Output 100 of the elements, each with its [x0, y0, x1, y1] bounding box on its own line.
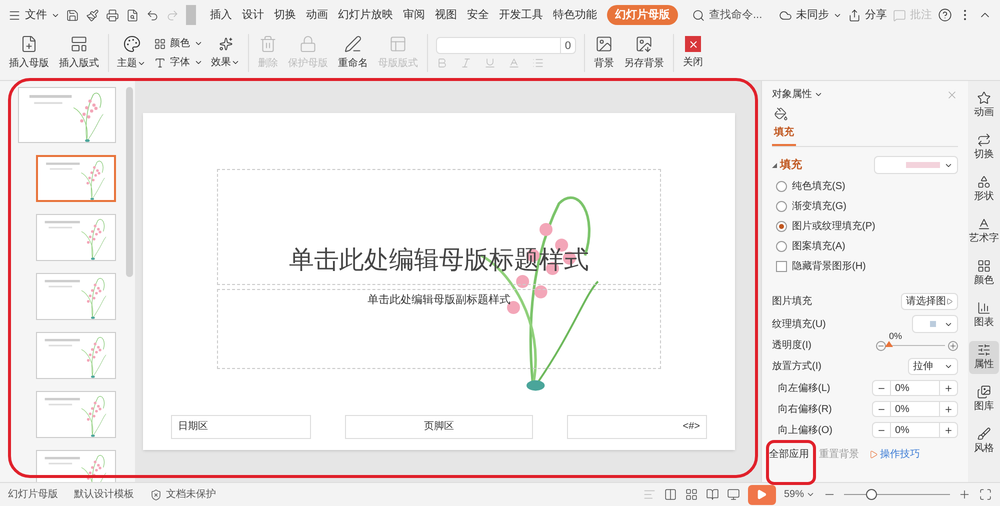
lock-icon	[299, 35, 317, 53]
slide-thumbnail[interactable]	[36, 155, 116, 202]
placement-dropdown[interactable]: 拉伸	[908, 358, 958, 375]
add-file-icon	[20, 35, 38, 53]
fit-window-icon[interactable]	[979, 488, 992, 501]
bold-icon[interactable]	[436, 57, 448, 69]
play-button[interactable]	[748, 484, 776, 504]
font-button[interactable]: 字体	[154, 55, 203, 70]
side-tool-button[interactable]: 图表	[969, 299, 999, 332]
redo-icon[interactable]	[166, 8, 179, 22]
caret-icon	[806, 490, 815, 499]
zoom-slider-thumb[interactable]	[866, 489, 876, 500]
choose-picture-button[interactable]: 请选择图	[901, 293, 958, 310]
ribbon-tab[interactable]: 开发工具	[499, 6, 543, 24]
offset-spinner[interactable]: 0%	[872, 422, 958, 438]
ribbon-tab[interactable]: 切换	[274, 6, 296, 24]
sync-button[interactable]: 未同步	[779, 6, 842, 24]
ribbon-tab[interactable]: 特色功能	[553, 6, 597, 24]
slide-thumbnail[interactable]	[36, 391, 116, 438]
ribbon-button[interactable]: 关闭	[678, 30, 708, 76]
caret-icon	[814, 90, 823, 99]
ribbon-tab[interactable]: 视图	[435, 6, 457, 24]
ribbon-tab[interactable]: 插入	[210, 6, 232, 24]
bar-chart-icon	[977, 301, 991, 315]
underline-icon[interactable]	[484, 57, 496, 69]
font-size-field[interactable]: 0	[436, 37, 576, 54]
pen-icon	[344, 35, 362, 53]
images-icon	[977, 385, 991, 399]
save-icon[interactable]	[66, 8, 79, 22]
ribbon-button[interactable]: 重命名	[333, 30, 373, 76]
sorter-view-icon[interactable]	[684, 488, 698, 501]
presenter-view-icon[interactable]	[726, 488, 740, 501]
radio-label: 渐变填充(G)	[792, 200, 846, 214]
date-field[interactable]: 日期区	[171, 415, 311, 439]
slide-thumbnail[interactable]	[36, 273, 116, 320]
zoom-in-icon[interactable]	[958, 488, 971, 501]
slider-thumb[interactable]	[885, 341, 893, 347]
scrollbar[interactable]	[126, 87, 133, 277]
pane-title[interactable]: 对象属性	[772, 87, 823, 102]
undo-icon[interactable]	[146, 8, 159, 22]
side-tool-button[interactable]: 属性	[969, 341, 999, 374]
command-search-field[interactable]: 查找命令...	[709, 6, 771, 24]
radio-button[interactable]	[776, 221, 787, 232]
grid-icon	[977, 259, 991, 273]
radio-button[interactable]	[776, 241, 787, 252]
font-color-icon[interactable]	[508, 57, 520, 69]
section-header[interactable]: 填充	[772, 156, 802, 174]
annotation-outline	[766, 440, 816, 485]
ribbon-tab[interactable]: 设计	[242, 6, 264, 24]
radio-button[interactable]	[776, 181, 787, 192]
decrease-icon[interactable]	[876, 340, 886, 350]
reading-view-icon[interactable]	[706, 488, 719, 501]
texture-dropdown[interactable]	[912, 315, 958, 333]
brush-icon	[977, 427, 991, 441]
print-icon[interactable]	[106, 8, 119, 22]
slide-thumbnail[interactable]	[36, 332, 116, 379]
tips-link[interactable]: 操作技巧	[869, 447, 920, 462]
page-number-field[interactable]: <#>	[567, 415, 707, 439]
shield-icon	[150, 488, 162, 500]
side-tool-button[interactable]: 切换	[969, 131, 999, 164]
notes-icon[interactable]	[642, 488, 656, 501]
format-painter-icon[interactable]	[86, 8, 99, 22]
zoom-reading[interactable]: 59%	[784, 487, 815, 502]
checkbox[interactable]	[776, 261, 787, 272]
ribbon-button[interactable]: 背景	[589, 30, 619, 76]
ribbon-button[interactable]: 另存背景	[619, 30, 669, 76]
italic-icon[interactable]	[460, 57, 472, 69]
effect-button[interactable]: 效果	[211, 54, 240, 70]
normal-view-icon[interactable]	[664, 488, 677, 501]
ribbon-tab[interactable]: 安全	[467, 6, 489, 24]
print-preview-icon[interactable]	[126, 8, 139, 22]
ribbon-button[interactable]: 插入版式	[54, 30, 104, 76]
offset-spinner[interactable]: 0%	[872, 401, 958, 417]
fill-tab[interactable]: 填充	[772, 107, 796, 146]
color-button[interactable]: 颜色	[154, 36, 203, 51]
flower-thumb-drawing	[81, 396, 106, 437]
comment-icon	[893, 8, 906, 22]
ribbon-button[interactable]: 插入母版	[4, 30, 54, 76]
cloud-icon	[779, 8, 792, 22]
radio-button[interactable]	[776, 201, 787, 212]
slide-thumbnail[interactable]	[36, 214, 116, 261]
side-tool-button[interactable]: 动画	[969, 89, 999, 122]
ribbon-tab[interactable]: 动画	[306, 6, 328, 24]
theme-button[interactable]: 主题	[117, 35, 146, 71]
apply-all-button[interactable]: 全部应用	[769, 447, 809, 462]
side-tool-button[interactable]: 形状	[969, 173, 999, 206]
ribbon-tab[interactable]: 幻灯片放映	[338, 6, 393, 24]
ribbon-tab[interactable]: 审阅	[403, 6, 425, 24]
file-menu[interactable]: 文件	[8, 6, 60, 24]
protection-status[interactable]: 文档未保护	[150, 487, 216, 502]
share-button[interactable]: 分享	[848, 6, 887, 24]
slide-thumbnail[interactable]	[18, 87, 116, 143]
side-tool-button[interactable]: 艺术字	[969, 215, 999, 248]
increase-icon[interactable]	[948, 340, 958, 350]
side-tool-button[interactable]: 颜色	[969, 257, 999, 290]
side-tool-button[interactable]: 图库	[969, 383, 999, 416]
footer-field[interactable]: 页脚区	[345, 415, 533, 439]
help-icon[interactable]	[938, 8, 952, 22]
side-tool-button[interactable]: 风格	[969, 425, 999, 458]
offset-spinner[interactable]: 0%	[872, 380, 958, 396]
